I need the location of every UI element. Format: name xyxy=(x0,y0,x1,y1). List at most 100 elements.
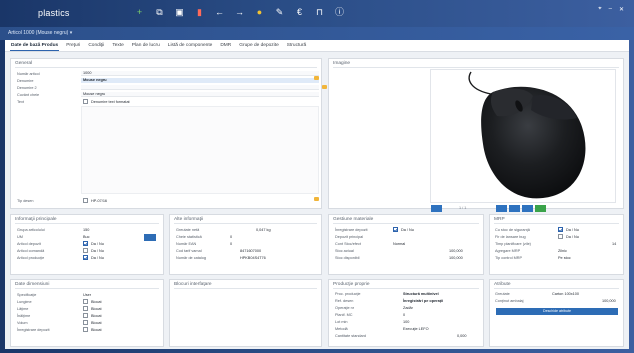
field-label: Depozit principal xyxy=(335,235,364,239)
stock-account-value[interactable]: Normal xyxy=(393,242,405,246)
add-icon[interactable]: + xyxy=(134,7,145,18)
planner-value[interactable]: 0 xyxy=(403,313,405,317)
min-lot-value[interactable]: 100 xyxy=(403,320,409,324)
interface-blocks-title: Blocuri interfaţare xyxy=(174,282,212,287)
drawing-checkbox[interactable] xyxy=(83,198,88,203)
article-number-input[interactable]: 1000 xyxy=(81,71,319,76)
tab-warehouse-groups[interactable]: Grupe de depozite xyxy=(238,41,279,50)
height-value: Blocat xyxy=(91,314,102,318)
catalog-value[interactable]: HPKB04S4T76 xyxy=(240,256,266,260)
general-panel: General Număr articol 1000 Denumire Mous… xyxy=(10,58,327,209)
keyword-input[interactable]: Mouse negru xyxy=(81,92,319,97)
folder-icon[interactable] xyxy=(314,197,319,201)
unit-button[interactable] xyxy=(144,234,156,241)
field-label: Înălţime xyxy=(17,314,31,318)
height-checkbox[interactable] xyxy=(83,313,88,318)
net-weight-value[interactable]: 0,047 kg xyxy=(256,228,271,232)
folder-icon[interactable] xyxy=(314,76,319,80)
tab-basic-data[interactable]: Date de bază Produs xyxy=(10,41,60,51)
width-checkbox[interactable] xyxy=(83,306,88,311)
tab-prices[interactable]: Preţuri xyxy=(65,41,81,50)
field-label: Proc. producţie xyxy=(335,292,361,296)
production-process-value[interactable]: Structură multinivel xyxy=(403,292,439,296)
stock-record-value: Da / Nu xyxy=(401,228,414,232)
tab-work-plan[interactable]: Plan de lucru xyxy=(131,41,161,50)
folder-icon[interactable] xyxy=(322,85,327,89)
gold-icon[interactable]: ● xyxy=(254,7,265,18)
control-type-value[interactable]: Pe stoc xyxy=(558,256,571,260)
tab-texts[interactable]: Texte xyxy=(111,41,124,50)
packaging-value[interactable]: Carton 100x100 xyxy=(552,292,579,296)
dim-stock-value: Blocat xyxy=(91,328,102,332)
image-confirm-button[interactable] xyxy=(535,205,546,212)
image-counter: 1 / 1 xyxy=(459,206,467,210)
stat-key-value[interactable]: 0 xyxy=(230,235,232,239)
ean-value[interactable]: 0 xyxy=(230,242,232,246)
field-label: Cuvânt cheie xyxy=(17,93,40,97)
tariff-value[interactable]: 8471607000 xyxy=(240,249,261,253)
name-input[interactable]: Mouse negru xyxy=(81,78,319,83)
volume-value: Blocat xyxy=(91,321,102,325)
main-info-title: Informaţii principale xyxy=(15,217,57,222)
tab-dmr[interactable]: DMR xyxy=(219,41,232,50)
field-label: Greutate netă xyxy=(176,228,200,232)
tab-bom[interactable]: Listă de componente xyxy=(167,41,214,50)
volume-checkbox[interactable] xyxy=(83,320,88,325)
current-stock-value: 100,000 xyxy=(449,249,463,253)
length-checkbox[interactable] xyxy=(83,299,88,304)
mouse-image xyxy=(468,71,586,199)
drawing-ref-value[interactable]: Înregistrări pe operaţii xyxy=(403,299,443,303)
attributes-title: Atribute xyxy=(494,282,511,287)
delete-icon[interactable]: ▮ xyxy=(194,7,205,18)
method-value[interactable]: Execuţie LEFO xyxy=(403,327,429,331)
safety-stock-checkbox[interactable] xyxy=(558,227,563,232)
field-label: Specificaţie xyxy=(17,293,37,297)
name2-input[interactable] xyxy=(81,85,319,90)
tab-conditions[interactable]: Condiţii xyxy=(87,41,105,50)
image-next-button[interactable] xyxy=(509,205,520,212)
stock-article-checkbox[interactable] xyxy=(83,241,88,246)
order-article-checkbox[interactable] xyxy=(83,248,88,253)
lock-icon[interactable]: ⊓ xyxy=(314,7,325,18)
pin-icon[interactable]: ⌖ xyxy=(598,6,601,13)
forward-arrow-icon[interactable]: → xyxy=(234,7,245,18)
image-last-button[interactable] xyxy=(522,205,533,212)
unit-value[interactable]: Buc xyxy=(83,235,90,239)
image-first-button[interactable] xyxy=(496,205,507,212)
open-attributes-button[interactable]: Deschide atribute xyxy=(496,308,618,315)
info-icon[interactable]: ⓘ xyxy=(334,7,345,18)
general-title: General xyxy=(15,61,33,66)
dim-stock-checkbox[interactable] xyxy=(83,327,88,332)
spec-value[interactable]: User xyxy=(83,293,91,297)
stock-panel: Gestiune materiale Înregistrare depozit … xyxy=(328,214,484,275)
field-label: Lungime xyxy=(17,300,32,304)
field-label: Operaţie nr xyxy=(335,306,354,310)
app-title: plastics xyxy=(38,8,70,18)
article-group-value[interactable]: 150 xyxy=(83,228,89,232)
aggregation-value[interactable]: Zilnic xyxy=(558,249,567,253)
additional-info-title: Alte informaţii xyxy=(174,217,204,222)
image-prev-button[interactable] xyxy=(431,205,442,212)
field-label: Număr de catalog xyxy=(176,256,206,260)
currency-icon[interactable]: € xyxy=(294,7,305,18)
close-icon[interactable]: ✕ xyxy=(619,6,624,13)
minimize-icon[interactable]: – xyxy=(609,6,612,13)
save-icon[interactable]: ▣ xyxy=(174,7,185,18)
planning-days-value[interactable]: 14 xyxy=(612,242,616,246)
back-arrow-icon[interactable]: ← xyxy=(214,7,225,18)
stock-record-checkbox[interactable] xyxy=(393,227,398,232)
tab-structure[interactable]: Structură xyxy=(286,41,307,50)
field-label: Înregistrare depozit xyxy=(17,328,50,332)
operation-value[interactable]: Zadăr xyxy=(403,306,413,310)
breadcrumb[interactable]: Articol 1000 (Mouse negru) ▾ xyxy=(8,30,72,36)
copy-icon[interactable]: ⧉ xyxy=(154,7,165,18)
formatted-text-checkbox[interactable] xyxy=(83,99,88,104)
edit-icon[interactable]: ✎ xyxy=(274,7,285,18)
field-label: Volum xyxy=(17,321,28,325)
standard-qty-value[interactable]: 0,000 xyxy=(457,334,467,338)
production-article-checkbox[interactable] xyxy=(83,255,88,260)
package-content-value[interactable]: 100,000 xyxy=(602,299,616,303)
additional-info-panel: Alte informaţii Greutate netă 0,047 kg C… xyxy=(169,214,322,275)
text-area[interactable] xyxy=(81,106,319,194)
release-checkbox[interactable] xyxy=(558,234,563,239)
